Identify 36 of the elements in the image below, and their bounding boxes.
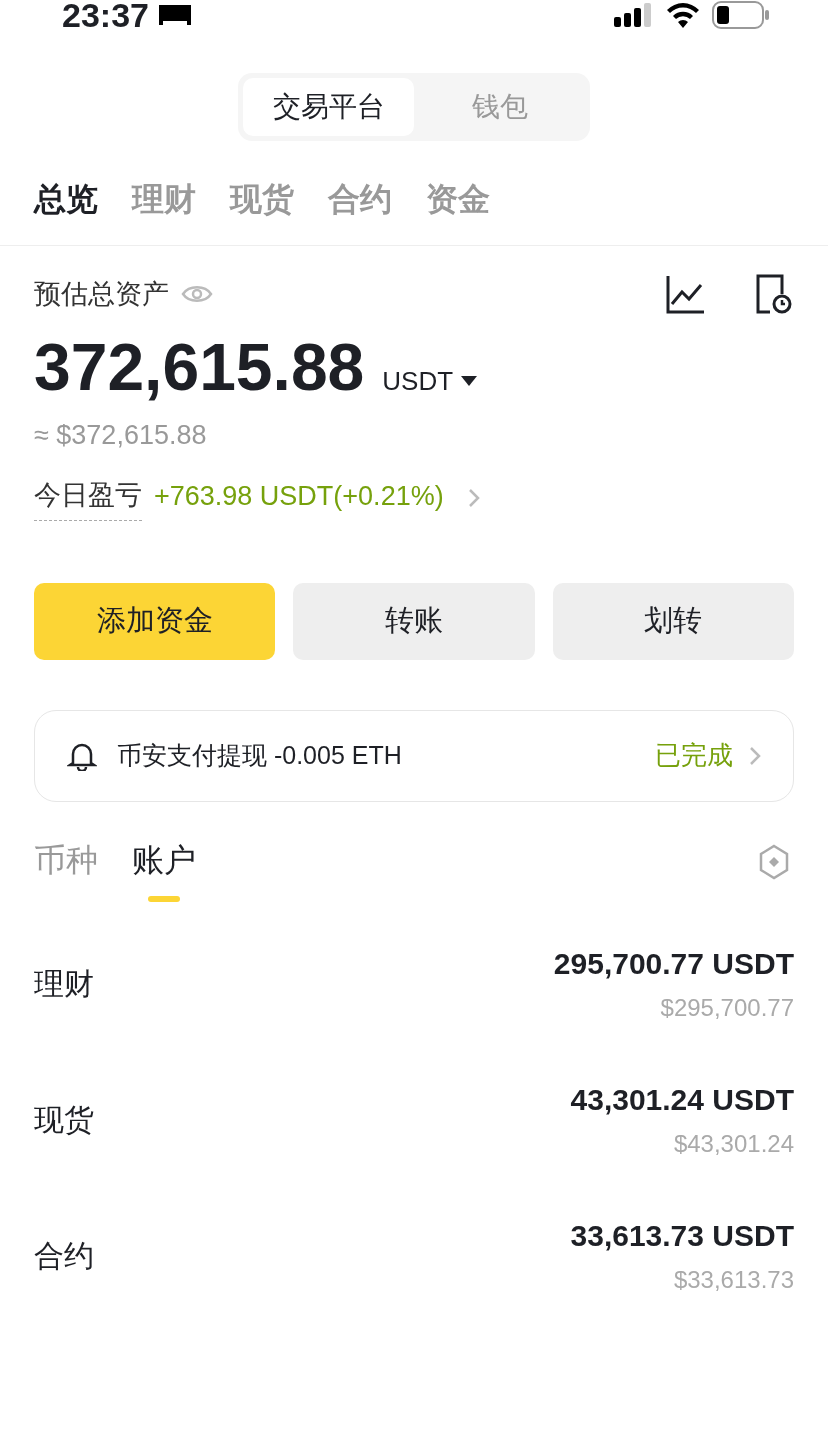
action-button[interactable]: 转账 [293, 582, 535, 660]
account-amount: 295,700.77 USDT [553, 946, 794, 982]
fiat-amount: ≈ $372,615.88 [34, 418, 208, 452]
notice-text: 币安支付提现 -0.005 ETH [117, 739, 403, 771]
wifi-icon [666, 2, 700, 28]
action-button[interactable]: 划转 [552, 582, 794, 660]
nav-tab[interactable]: 总览 [34, 179, 98, 219]
signal-icon [614, 3, 654, 27]
bed-icon [156, 3, 193, 27]
line-chart-icon[interactable] [666, 274, 706, 315]
segment-tab[interactable]: 交易平台 [243, 78, 414, 136]
total-amount: 372,615.88 [34, 328, 365, 406]
account-amount: 33,613.73 USDT [570, 1218, 794, 1254]
chevron-right-icon[interactable] [467, 487, 480, 508]
document-clock-icon[interactable] [756, 274, 792, 315]
account-fiat: $33,613.73 [673, 1265, 794, 1295]
chevron-right-icon [749, 745, 761, 766]
battery-icon [712, 1, 770, 29]
account-name: 现货 [34, 1102, 94, 1138]
hexagon-icon[interactable] [758, 843, 790, 880]
account-name: 理财 [34, 966, 94, 1002]
pnl-value: +763.98 USDT(+0.21%) [154, 479, 444, 513]
caret-icon [461, 376, 478, 386]
sub-tab[interactable]: 账户 [132, 839, 196, 902]
account-fiat: $295,700.77 [660, 993, 794, 1023]
currency-selector[interactable]: USDT [382, 361, 478, 401]
tab-indicator [148, 895, 180, 902]
account-fiat: $43,301.24 [673, 1129, 794, 1159]
notice-card[interactable]: 币安支付提现 -0.005 ETH 已完成 [34, 709, 794, 802]
status-time: 23:37 [62, 0, 149, 32]
notice-status: 已完成 [655, 739, 733, 772]
action-button[interactable]: 添加资金 [34, 582, 276, 660]
total-assets-label: 预估总资产 [34, 278, 169, 311]
pnl-label: 今日盈亏 [34, 475, 142, 521]
account-amount: 43,301.24 USDT [570, 1082, 794, 1118]
account-name: 合约 [34, 1238, 94, 1274]
